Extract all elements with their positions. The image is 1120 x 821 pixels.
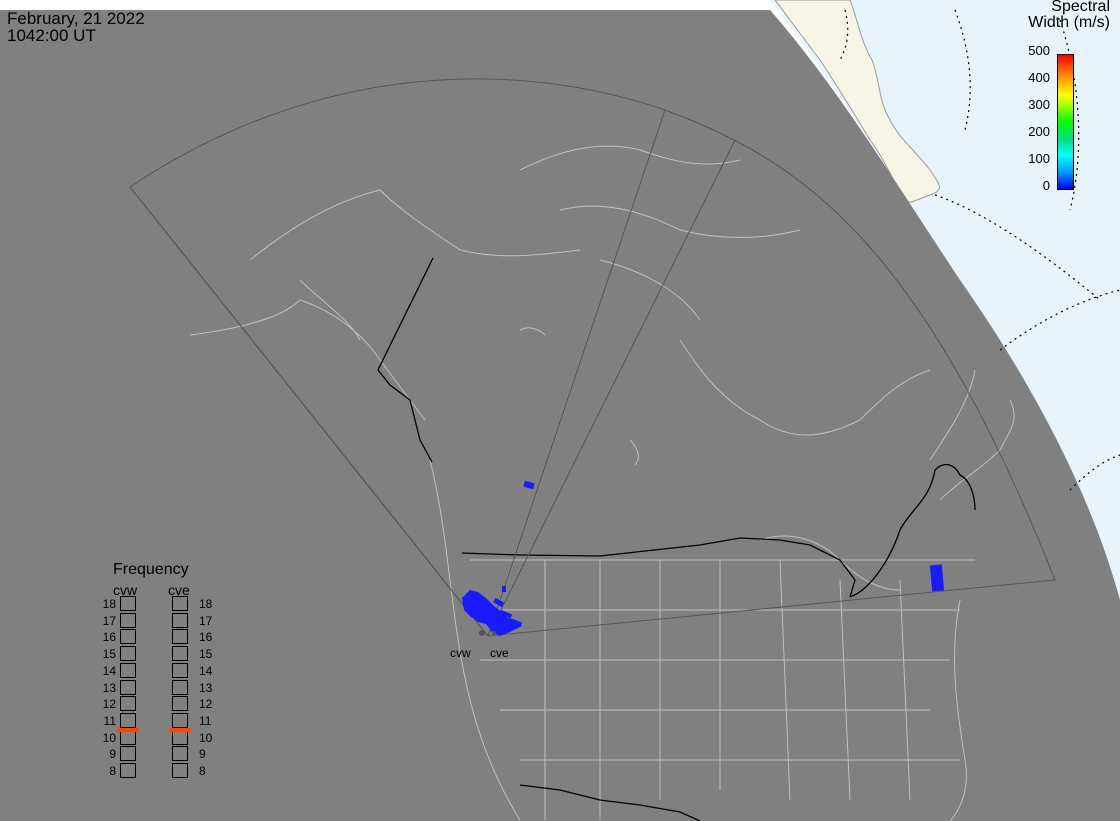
freq-scale-label-left: 8 — [109, 764, 116, 778]
site-label-cve: cve — [490, 646, 509, 660]
site-marker-cve — [492, 631, 496, 635]
echo-patch — [502, 586, 506, 592]
freq-scale-label-right: 9 — [199, 747, 206, 762]
freq-cell — [120, 629, 136, 645]
freq-cell — [120, 696, 136, 712]
freq-scale-label-right: 8 — [199, 764, 206, 778]
freq-scale-label-left: 18 — [102, 597, 116, 611]
freq-scale-label-left: 17 — [102, 613, 116, 628]
freq-scale-label-left: 15 — [102, 647, 116, 662]
legend-tick: 100 — [1028, 151, 1050, 166]
legend-title: Spectral Width (m/s) — [1028, 0, 1110, 31]
freq-scale-label-left: 13 — [102, 680, 116, 695]
freq-scale-label-right: 14 — [199, 663, 213, 678]
legend-tick: 300 — [1028, 97, 1050, 112]
freq-scale-label-right: 11 — [199, 713, 212, 728]
freq-cell — [120, 763, 136, 778]
legend-tick: 0 — [1042, 178, 1050, 193]
freq-cell — [172, 679, 188, 695]
freq-cell — [120, 646, 136, 662]
freq-scale-label-right: 17 — [199, 613, 213, 628]
freq-cell — [120, 712, 136, 728]
freq-marker-cve — [169, 727, 191, 732]
freq-cell — [172, 596, 188, 611]
freq-cell — [120, 612, 136, 628]
freq-cell — [172, 746, 188, 762]
freq-cell — [172, 763, 188, 778]
site-marker-cvw — [479, 630, 485, 636]
legend-title-line2: Width (m/s) — [1028, 14, 1110, 31]
freq-scale-label-right: 12 — [199, 697, 213, 712]
freq-scale-label-right: 18 — [199, 597, 213, 611]
freq-cell — [120, 729, 136, 745]
freq-scale-label-left: 12 — [102, 697, 116, 712]
freq-cell — [120, 662, 136, 678]
legend-title-line1: Spectral — [1051, 0, 1110, 15]
freq-cell — [172, 646, 188, 662]
freq-cell — [120, 746, 136, 762]
freq-scale-label-right: 13 — [199, 680, 213, 695]
freq-scale-label-right: 10 — [199, 730, 213, 745]
freq-marker-cvw — [117, 727, 139, 732]
freq-cell — [120, 679, 136, 695]
freq-cell — [172, 712, 188, 728]
echo-patch — [929, 564, 945, 592]
spectral-width-colorbar — [1057, 54, 1074, 190]
site-label-cvw: cvw — [450, 646, 471, 660]
freq-scale-label-left: 16 — [102, 630, 116, 645]
freq-cell — [172, 729, 188, 745]
freq-cell — [172, 629, 188, 645]
legend-tick: 200 — [1028, 124, 1050, 139]
freq-cell — [172, 612, 188, 628]
freq-scale-label-left: 10 — [102, 730, 116, 745]
map-canvas — [0, 0, 1120, 821]
time-label: 1042:00 UT — [7, 26, 96, 45]
freq-scale-label-left: 11 — [103, 713, 116, 728]
freq-scale-label-left: 9 — [109, 747, 116, 762]
freq-cell — [172, 696, 188, 712]
freq-scale-label-right: 15 — [199, 647, 213, 662]
legend-tick: 400 — [1028, 70, 1050, 85]
radar-map-view: February, 21 2022 1042:00 UT Spectral Wi… — [0, 0, 1120, 821]
freq-cell — [172, 662, 188, 678]
freq-scale-label-right: 16 — [199, 630, 213, 645]
legend-tick: 500 — [1028, 43, 1050, 58]
freq-scale-label-left: 14 — [102, 663, 116, 678]
frequency-title: Frequency — [113, 561, 189, 578]
freq-cell — [120, 596, 136, 611]
